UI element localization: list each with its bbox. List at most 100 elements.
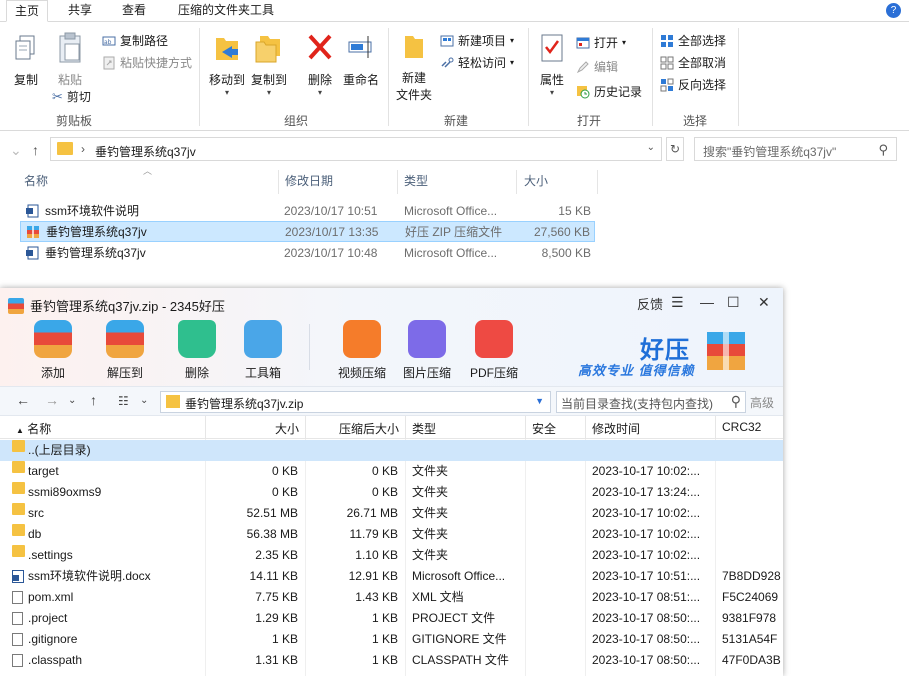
entry-name: ssm环境软件说明.docx [28,569,151,583]
column-divider[interactable] [397,170,398,194]
add-button[interactable]: 添加 [25,320,81,381]
delete-archive-button[interactable]: 删除 [169,320,225,381]
copy-button[interactable]: 复制 [8,34,44,88]
select-all-button[interactable]: 全部选择 [660,32,726,49]
archive-row[interactable]: ssmi89oxms9 0 KB 0 KB 文件夹 2023-10-17 13:… [0,482,783,503]
column-header-type[interactable]: 类型 [412,420,436,437]
help-icon[interactable]: ? [886,3,901,18]
archive-row[interactable]: target 0 KB 0 KB 文件夹 2023-10-17 10:02:..… [0,461,783,482]
archive-row[interactable]: ssm环境软件说明.docx 14.11 KB 12.91 KB Microso… [0,566,783,587]
edit-button[interactable]: 编辑 [576,58,618,75]
copy-path-button[interactable]: ab 复制路径 [102,32,168,49]
archive-row[interactable]: .project 1.29 KB 1 KB PROJECT 文件 2023-10… [0,608,783,629]
new-folder-button[interactable]: 新建 文件夹 [394,32,434,103]
paste-button[interactable]: 粘贴 [52,32,88,88]
edit-icon [576,60,589,73]
entry-type: 文件夹 [412,464,449,478]
forward-arrow-icon[interactable]: → [45,392,59,408]
chevron-down-icon[interactable]: ⌄ [140,395,148,406]
path-box[interactable]: › 垂钓管理系统q37jv ⌄ [50,137,662,161]
move-to-label: 移动到 [208,73,245,87]
properties-label: 属性 [539,73,564,87]
menu-icon[interactable]: ☰ [671,294,684,311]
cut-button[interactable]: ✂ 剪切 [52,88,91,105]
tab-compressed-folder-tools[interactable]: 压缩的文件夹工具 [170,0,282,22]
chevron-right-icon[interactable]: › [81,142,85,156]
column-divider[interactable] [715,416,716,439]
move-to-button[interactable]: 移动到 ▾ [206,30,248,97]
maximize-icon[interactable]: ☐ [727,294,740,311]
chevron-down-icon[interactable]: ⌄ [647,142,655,153]
minimize-icon[interactable]: — [700,294,714,310]
up-arrow-icon[interactable]: ↑ [90,392,97,408]
entry-name: .project [28,611,68,625]
extract-to-button[interactable]: 解压到 [97,320,153,381]
archive-row[interactable]: .gitignore 1 KB 1 KB GITIGNORE 文件 2023-1… [0,629,783,650]
view-mode-icon[interactable]: ☷ [118,394,129,408]
tab-share[interactable]: 共享 [60,0,100,22]
column-header-size[interactable]: 大小 [275,420,299,437]
column-header-name[interactable]: 名称 [24,170,48,194]
column-divider[interactable] [597,170,598,194]
file-row-selected[interactable]: 垂钓管理系统q37jv 2023/10/17 13:35 好压 ZIP 压缩文件… [20,221,595,242]
column-divider[interactable] [516,170,517,194]
search-icon[interactable]: ⚲ [731,393,741,410]
column-header-date[interactable]: 修改日期 [285,170,333,194]
archive-row[interactable]: .settings 2.35 KB 1.10 KB 文件夹 2023-10-17… [0,545,783,566]
column-header-name[interactable]: ▲ 名称 [16,420,51,437]
chevron-down-icon[interactable]: ⌄ [10,142,22,159]
archive-row[interactable]: src 52.51 MB 26.71 MB 文件夹 2023-10-17 10:… [0,503,783,524]
easy-access-button[interactable]: 轻松访问 ▾ [440,54,514,71]
archive-row-parent[interactable]: ..(上层目录) [0,440,783,461]
file-row[interactable]: ssm环境软件说明 2023/10/17 10:51 Microsoft Off… [20,201,595,222]
column-divider[interactable] [525,416,526,439]
pdf-compress-button[interactable]: PDF压缩 [466,320,522,381]
archive-row[interactable]: .classpath 1.31 KB 1 KB CLASSPATH 文件 202… [0,650,783,671]
properties-button[interactable]: 属性 ▾ [534,32,570,97]
delete-button[interactable]: 删除 ▾ [302,30,338,97]
column-divider[interactable] [305,416,306,439]
column-header-compressed[interactable]: 压缩后大小 [339,420,399,437]
rename-button[interactable]: 重命名 [340,30,382,88]
tab-view[interactable]: 查看 [114,0,154,22]
entry-type: GITIGNORE 文件 [412,632,507,646]
up-arrow-icon[interactable]: ↑ [32,142,39,158]
column-header-size[interactable]: 大小 [524,170,548,194]
advanced-search-button[interactable]: 高级 [750,394,774,411]
paste-shortcut-button[interactable]: 粘贴快捷方式 [102,54,192,71]
search-icon[interactable]: ⚲ [878,142,888,158]
new-item-button[interactable]: 新建项目 ▾ [440,32,514,49]
column-divider[interactable] [278,170,279,194]
feedback-button[interactable]: 反馈 [637,294,663,313]
copy-to-button[interactable]: 复制到 ▾ [248,30,290,97]
paste-label: 粘贴 [57,73,82,87]
easy-access-icon [441,57,454,68]
open-button[interactable]: 打开 ▾ [576,34,626,51]
tab-home[interactable]: 主页 [6,0,49,22]
back-arrow-icon[interactable]: ← [16,392,30,408]
archive-search-input[interactable]: 当前目录查找(支持包内查找) ⚲ [556,391,746,413]
column-header-crc[interactable]: CRC32 [722,420,761,434]
chevron-down-icon[interactable]: ⌄ [68,395,76,406]
easy-access-label: 轻松访问 [458,56,507,70]
column-header-type[interactable]: 类型 [404,170,428,194]
history-button[interactable]: 历史记录 [576,83,642,100]
column-divider[interactable] [585,416,586,439]
column-header-modified[interactable]: 修改时间 [592,420,640,437]
select-none-button[interactable]: 全部取消 [660,54,726,71]
archive-row[interactable]: db 56.38 MB 11.79 KB 文件夹 2023-10-17 10:0… [0,524,783,545]
file-row[interactable]: 垂钓管理系统q37jv 2023/10/17 10:48 Microsoft O… [20,243,595,264]
refresh-icon[interactable]: ↻ [666,137,684,161]
archive-row[interactable]: pom.xml 7.75 KB 1.43 KB XML 文档 2023-10-1… [0,587,783,608]
chevron-down-icon[interactable]: ▼ [535,396,544,406]
column-divider[interactable] [405,416,406,439]
toolbox-button[interactable]: 工具箱 [235,320,291,381]
archive-path-box[interactable]: 垂钓管理系统q37jv.zip ▼ [160,391,551,413]
image-compress-button[interactable]: 图片压缩 [399,320,455,381]
invert-selection-button[interactable]: 反向选择 [660,76,726,93]
column-header-security[interactable]: 安全 [532,420,556,437]
search-input[interactable]: 搜索"垂钓管理系统q37jv" ⚲ [694,137,897,161]
column-divider[interactable] [205,416,206,439]
video-compress-button[interactable]: 视频压缩 [334,320,390,381]
close-icon[interactable]: ✕ [758,294,770,311]
